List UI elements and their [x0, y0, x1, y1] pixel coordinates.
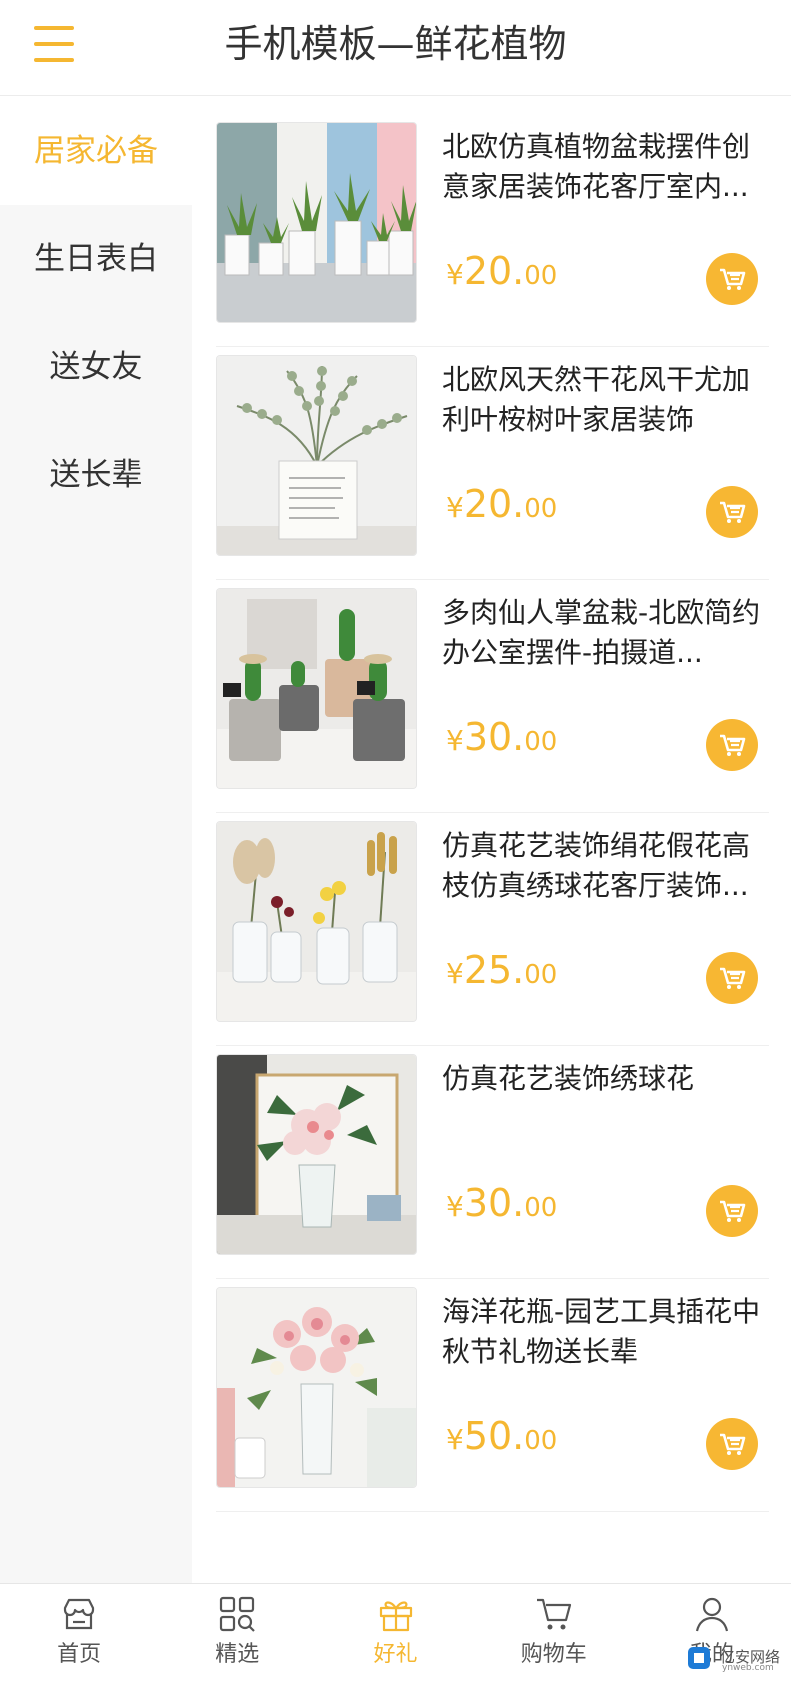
add-to-cart-button[interactable] [706, 253, 758, 305]
app-header: 手机模板—鲜花植物 [0, 0, 791, 96]
gift-icon [379, 1601, 412, 1632]
tab-gifts[interactable]: 好礼 [316, 1584, 474, 1681]
product-title[interactable]: 多肉仙人掌盆栽-北欧简约办公室摆件-拍摄道... [442, 593, 772, 673]
cart-icon [720, 1433, 746, 1455]
product-price: ¥30.00 [446, 1181, 558, 1225]
tab-home-label: 首页 [57, 1642, 102, 1667]
product-card[interactable]: 多肉仙人掌盆栽-北欧简约办公室摆件-拍摄道... ¥30.00 [216, 563, 769, 813]
product-image[interactable] [216, 588, 417, 789]
product-image[interactable] [216, 122, 417, 323]
tab-featured[interactable]: 精选 [158, 1584, 316, 1681]
watermark-subtext: ynweb.com [722, 1663, 774, 1673]
product-image[interactable] [216, 1287, 417, 1488]
sidebar-item-home-essentials[interactable]: 居家必备 [0, 97, 192, 205]
cart-icon [720, 501, 746, 523]
bottom-tab-bar: 首页 精选 好礼 购物车 我的 [0, 1583, 791, 1681]
product-card[interactable]: 北欧风天然干花风干尤加利叶桉树叶家居装饰 ¥20.00 [216, 330, 769, 580]
add-to-cart-button[interactable] [706, 1418, 758, 1470]
product-price: ¥30.00 [446, 715, 558, 759]
cart-icon [720, 268, 746, 290]
tab-cart[interactable]: 购物车 [475, 1584, 633, 1681]
product-title[interactable]: 北欧仿真植物盆栽摆件创意家居装饰花客厅室内... [442, 127, 772, 207]
product-image[interactable] [216, 355, 417, 556]
tab-home[interactable]: 首页 [0, 1584, 158, 1681]
product-image[interactable] [216, 1054, 417, 1255]
product-card[interactable]: 仿真花艺装饰绣球花 ¥30.00 [216, 1029, 769, 1279]
tab-gifts-label: 好礼 [373, 1642, 418, 1667]
product-price: ¥20.00 [446, 249, 558, 293]
product-image[interactable] [216, 821, 417, 1022]
product-card[interactable]: 仿真花艺装饰绢花假花高枝仿真绣球花客厅装饰... ¥25.00 [216, 796, 769, 1046]
product-title[interactable]: 仿真花艺装饰绢花假花高枝仿真绣球花客厅装饰... [442, 826, 772, 906]
sidebar-item-girlfriend[interactable]: 送女友 [0, 313, 192, 421]
product-title[interactable]: 海洋花瓶-园艺工具插花中秋节礼物送长辈 [442, 1292, 772, 1372]
category-sidebar: 居家必备 生日表白 送女友 送长辈 [0, 97, 192, 1583]
tab-featured-label: 精选 [215, 1642, 260, 1667]
page-title: 手机模板—鲜花植物 [224, 22, 567, 66]
product-price: ¥50.00 [446, 1414, 558, 1458]
add-to-cart-button[interactable] [706, 719, 758, 771]
add-to-cart-button[interactable] [706, 486, 758, 538]
add-to-cart-button[interactable] [706, 1185, 758, 1237]
tab-cart-label: 购物车 [520, 1642, 587, 1667]
user-icon [695, 1597, 728, 1632]
product-title[interactable]: 北欧风天然干花风干尤加利叶桉树叶家居装饰 [442, 360, 772, 440]
store-icon [63, 1598, 95, 1630]
product-card[interactable]: 北欧仿真植物盆栽摆件创意家居装饰花客厅室内... ¥20.00 [216, 97, 769, 347]
sidebar-item-birthday[interactable]: 生日表白 [0, 205, 192, 313]
cart-icon [536, 1598, 571, 1630]
product-title[interactable]: 仿真花艺装饰绣球花 [442, 1059, 772, 1099]
product-card[interactable]: 海洋花瓶-园艺工具插花中秋节礼物送长辈 ¥50.00 [216, 1262, 769, 1512]
product-price: ¥20.00 [446, 482, 558, 526]
cart-icon [720, 734, 746, 756]
add-to-cart-button[interactable] [706, 952, 758, 1004]
cart-icon [720, 967, 746, 989]
grid-search-icon [220, 1596, 256, 1632]
cart-icon [720, 1200, 746, 1222]
product-list: 北欧仿真植物盆栽摆件创意家居装饰花客厅室内... ¥20.00 北欧风天然干花风… [192, 97, 791, 1583]
product-price: ¥25.00 [446, 948, 558, 992]
sidebar-item-elders[interactable]: 送长辈 [0, 421, 192, 529]
